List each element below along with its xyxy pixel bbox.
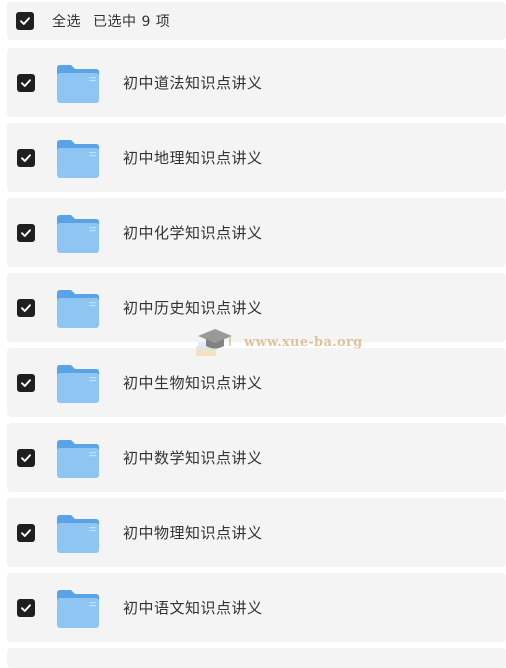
checkmark-icon: [21, 303, 31, 312]
checkmark-icon: [21, 603, 31, 612]
list-item[interactable]: 初中道法知识点讲义: [7, 48, 506, 117]
select-all-bar: 全选 已选中 9 项: [7, 2, 506, 40]
list-item[interactable]: 初中语文知识点讲义: [7, 573, 506, 642]
item-name: 初中道法知识点讲义: [123, 74, 263, 92]
select-all-label[interactable]: 全选: [52, 11, 81, 31]
list-item-partial[interactable]: [7, 648, 506, 668]
folder-icon: [57, 289, 99, 328]
checkmark-icon: [20, 17, 30, 25]
graduation-cap-icon: [196, 329, 232, 356]
folder-icon: [57, 589, 99, 628]
list-item[interactable]: 初中化学知识点讲义: [7, 198, 506, 267]
item-name: 初中物理知识点讲义: [123, 524, 263, 542]
watermark: www.xue-ba.org: [192, 324, 363, 360]
folder-icon: [57, 64, 99, 103]
folder-icon: [57, 139, 99, 178]
item-checkbox[interactable]: [17, 73, 35, 92]
checkmark-icon: [21, 528, 31, 537]
checkmark-icon: [21, 378, 31, 387]
item-checkbox[interactable]: [17, 223, 35, 242]
item-checkbox[interactable]: [17, 373, 35, 392]
checkmark-icon: [21, 78, 31, 87]
item-checkbox[interactable]: [17, 298, 35, 317]
item-checkbox[interactable]: [17, 598, 35, 617]
item-name: 初中历史知识点讲义: [123, 299, 263, 317]
folder-icon: [57, 439, 99, 478]
item-name: 初中数学知识点讲义: [123, 449, 263, 467]
checkmark-icon: [21, 453, 31, 462]
item-name: 初中地理知识点讲义: [123, 149, 263, 167]
item-checkbox[interactable]: [17, 148, 35, 167]
item-name: 初中化学知识点讲义: [123, 224, 263, 242]
checkmark-icon: [21, 153, 31, 162]
item-name: 初中生物知识点讲义: [123, 374, 263, 392]
select-all-checkbox[interactable]: [16, 12, 34, 30]
item-checkbox[interactable]: [17, 448, 35, 467]
folder-icon: [57, 514, 99, 553]
list-item[interactable]: 初中数学知识点讲义: [7, 423, 506, 492]
watermark-text: www.xue-ba.org: [244, 334, 363, 350]
folder-icon: [57, 364, 99, 403]
list-item[interactable]: 初中物理知识点讲义: [7, 498, 506, 567]
list-item[interactable]: 初中地理知识点讲义: [7, 123, 506, 192]
checkmark-icon: [21, 228, 31, 237]
item-name: 初中语文知识点讲义: [123, 599, 263, 617]
selected-count-text: 已选中 9 项: [93, 14, 171, 30]
folder-icon: [57, 214, 99, 253]
item-checkbox[interactable]: [17, 523, 35, 542]
